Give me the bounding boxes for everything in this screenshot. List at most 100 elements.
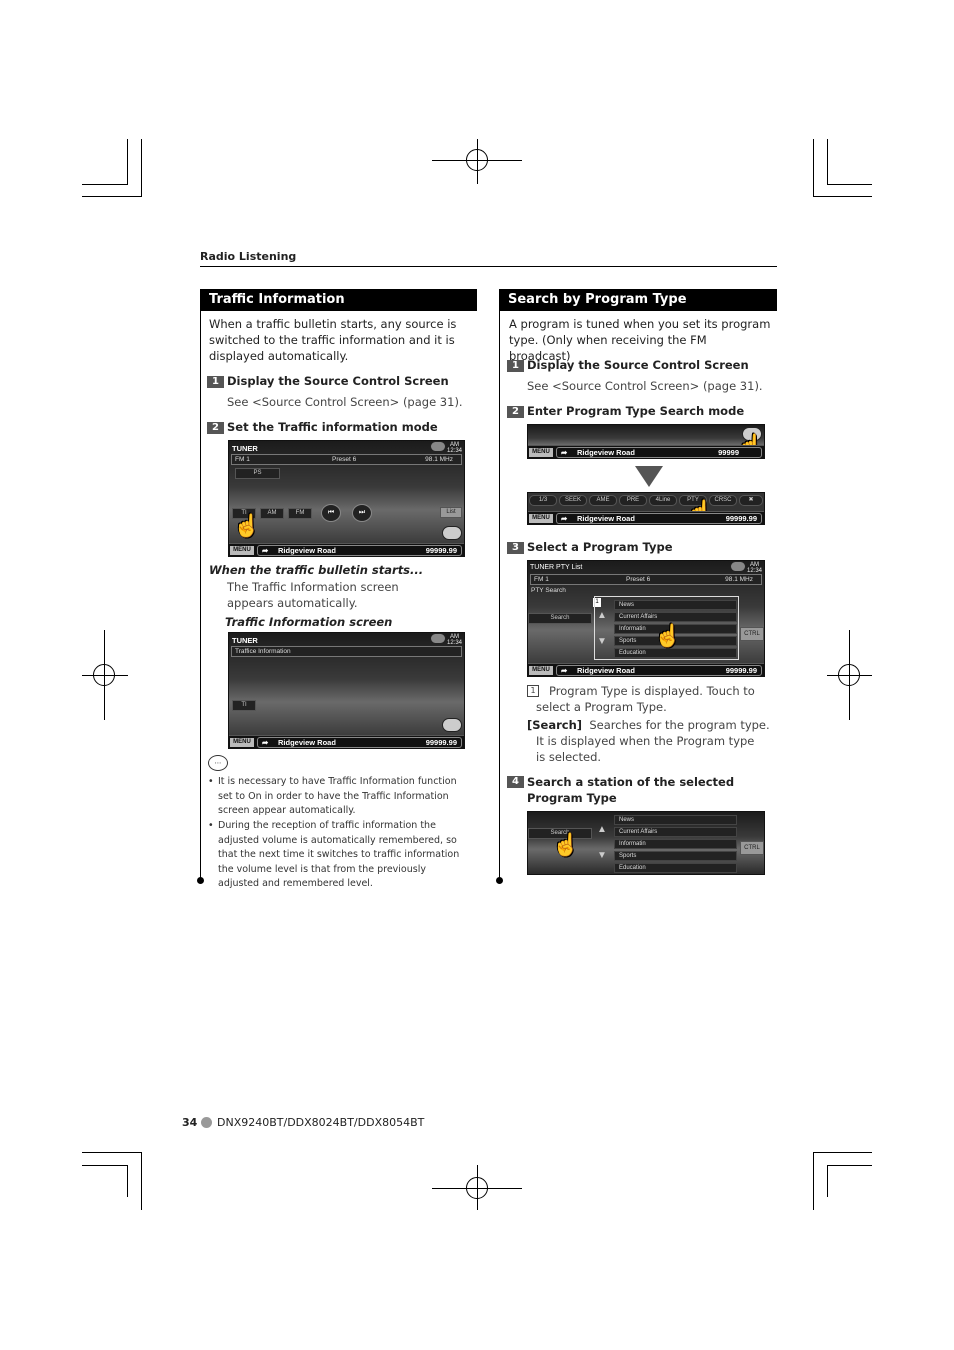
crop-mark (127, 139, 128, 185)
crop-mark (82, 1165, 128, 1166)
pre-button[interactable]: PRE (619, 495, 647, 506)
back-arrow-icon[interactable] (442, 526, 462, 540)
crop-mark (813, 196, 872, 197)
traffic-info-bar: Traffice Information (231, 646, 462, 657)
step-4: 4 Search a station of the selected Progra… (507, 774, 772, 806)
back-arrow-icon[interactable] (442, 718, 462, 732)
step-number: 3 (507, 542, 524, 554)
pty-item[interactable]: Current Affairs (614, 827, 737, 837)
ctrl-button[interactable]: CTRL (740, 627, 764, 641)
fm-button[interactable]: FM (288, 508, 312, 519)
status-bar: MENU ➦ Ridgeview Road 99999.99 (528, 511, 764, 524)
menu-button[interactable]: MENU (529, 514, 553, 523)
screen-title: TUNER PTY List (530, 564, 583, 571)
status-bar: MENU ➦ Ridgeview Road 99999.99 (229, 735, 464, 748)
crop-mark (813, 1152, 814, 1210)
crop-mark (127, 1165, 128, 1197)
seek-forward-icon[interactable]: ⏭ (352, 504, 372, 522)
clock: AM 12:34 (446, 442, 462, 454)
step-title: Display the Source Control Screen (527, 358, 749, 372)
scroll-up-icon[interactable]: ▲ (597, 610, 607, 621)
pty-item[interactable]: Sports (614, 851, 737, 861)
screen-title: TUNER (232, 444, 258, 453)
step-2: 2 Set the Traffic information mode (207, 419, 438, 435)
step-number: 2 (207, 422, 224, 434)
ps-button[interactable]: PS (235, 468, 280, 479)
column-rule (200, 311, 201, 880)
ctrl-button[interactable]: CTRL (740, 841, 764, 855)
crop-mark (82, 196, 142, 197)
screen-title: TUNER (232, 636, 258, 645)
pty-item[interactable]: Informatin (614, 839, 737, 849)
step-desc: See <Source Control Screen> (page 31). (527, 379, 763, 393)
status-bar: MENU ➦ Ridgeview Road 99999 (528, 445, 764, 458)
road-info: ➦ Ridgeview Road 99999.99 (556, 665, 762, 676)
step-title: Select a Program Type (527, 540, 673, 554)
step-2: 2 Enter Program Type Search mode (507, 403, 744, 419)
search-button[interactable]: Search (528, 613, 592, 624)
column-rule (499, 311, 500, 880)
crop-mark (813, 139, 814, 197)
step-title: Display the Source Control Screen (227, 374, 449, 388)
section-header: Traffic Information (200, 289, 477, 311)
menu-button[interactable]: MENU (529, 666, 553, 675)
crop-mark (827, 1165, 828, 1197)
4line-button[interactable]: 4Line (649, 495, 677, 506)
bulletin-heading: When the traffic bulletin starts... (209, 563, 424, 577)
intro-text: When a traffic bulletin starts, any sour… (209, 317, 457, 363)
pty-item[interactable]: Education (614, 648, 737, 658)
turn-arrow-icon: ➦ (561, 448, 568, 457)
pty-item[interactable]: Current Affairs (614, 612, 737, 622)
traffic-info-screen: TUNER AM 12:34 Traffice Information TI ME… (228, 632, 465, 749)
section-header: Search by Program Type (499, 289, 777, 311)
road-info: ➦ Ridgeview Road 99999.99 (257, 545, 462, 556)
note-item: • During the reception of traffic informa… (208, 820, 460, 889)
pty-search-label: PTY Search (531, 587, 566, 594)
tuner-screen: TUNER AM 12:34 FM 1 Preset 6 98.1 MHz PS TI… (228, 440, 465, 557)
status-bar: MENU ➦ Ridgeview Road 99999.99 (528, 663, 764, 676)
menu-button[interactable]: MENU (230, 738, 254, 747)
crop-mark (82, 184, 128, 185)
globe-icon (430, 633, 446, 644)
rule-end-dot (197, 877, 204, 884)
clock: AM 12:34 (446, 634, 462, 646)
section-divider (200, 266, 777, 267)
scroll-up-icon[interactable]: ▲ (597, 824, 607, 835)
step-1: 1 Display the Source Control Screen (507, 357, 749, 373)
status-bar: MENU ➦ Ridgeview Road 99999.99 (229, 543, 464, 556)
list-button[interactable]: List (440, 507, 462, 518)
screen-heading: Traffic Information screen (225, 615, 393, 629)
registration-mark (466, 1177, 488, 1199)
menu-button[interactable]: MENU (529, 448, 553, 457)
crop-mark (827, 184, 872, 185)
pty-item[interactable]: Education (614, 863, 737, 873)
road-info: ➦ Ridgeview Road 99999 (556, 447, 762, 458)
turn-arrow-icon: ➦ (262, 546, 269, 555)
scroll-down-icon[interactable]: ▼ (597, 850, 607, 861)
ti-button[interactable]: TI (232, 700, 256, 711)
item-1-description: 1 Program Type is displayed. Touch to sel… (527, 683, 777, 715)
source-screen-strip: ☝ MENU➦Ridgeview Road99999 (527, 424, 765, 459)
globe-icon (730, 561, 746, 572)
scroll-down-icon[interactable]: ▼ (597, 636, 607, 647)
clock: AM 12:34 (746, 562, 762, 574)
ame-button[interactable]: AME (589, 495, 617, 506)
step-number: 1 (207, 376, 224, 388)
seek-button[interactable]: SEEK (559, 495, 587, 506)
close-icon[interactable]: ✖ (739, 495, 763, 506)
pointing-hand-icon: ☝ (552, 832, 580, 857)
search-description-2: It is displayed when the Program type is… (536, 734, 755, 764)
page-number: 34 (182, 1116, 198, 1129)
band-bar: FM 1 Preset 6 98.1 MHz (231, 454, 462, 465)
down-arrow-icon (635, 466, 663, 487)
seek-back-icon[interactable]: ⏮ (321, 504, 341, 522)
turn-arrow-icon: ➦ (561, 666, 568, 675)
pty-item[interactable]: News (614, 600, 737, 610)
pty-item[interactable]: News (614, 815, 737, 825)
band-bar: FM 1 Preset 6 98.1 MHz (530, 574, 762, 585)
note-icon: ⋯ (208, 755, 228, 771)
am-button[interactable]: AM (260, 508, 284, 519)
menu-button[interactable]: MENU (230, 546, 254, 555)
page-button[interactable]: 1/3 (529, 495, 557, 506)
model-names: DNX9240BT/DDX8024BT/DDX8054BT (217, 1116, 425, 1129)
